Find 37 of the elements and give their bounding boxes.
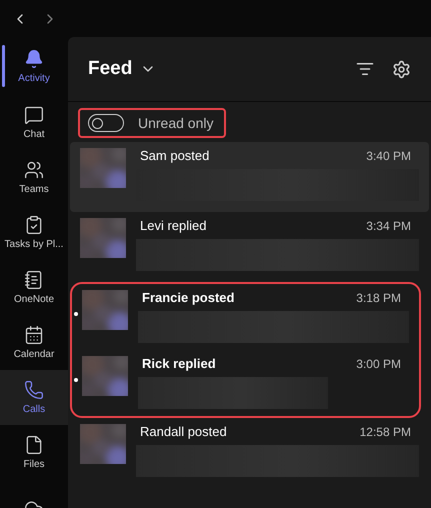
feed-title[interactable]: Feed [88,58,132,80]
clipboard-check-icon [24,215,44,235]
rail-item[interactable]: Calls [0,370,68,425]
rail-item[interactable]: Files [0,425,68,480]
phone-icon [24,380,44,400]
filter-icon[interactable] [356,60,374,78]
rail-item[interactable]: Chat [0,95,68,150]
file-icon [24,435,44,455]
toggle-switch[interactable] [88,114,124,132]
settings-icon[interactable] [392,60,411,78]
feed-item[interactable]: Randall posted 12:58 PM [70,418,429,488]
calendar-icon [24,325,44,345]
feed-item[interactable]: Rick replied 3:00 PM [72,350,419,416]
item-title: Randall posted [140,424,227,439]
item-time: 3:00 PM [356,357,401,371]
item-title: Sam posted [140,148,210,163]
chat-icon [24,105,44,125]
rail-item[interactable]: OneNote [0,260,68,315]
item-title: Rick replied [142,356,216,371]
feed-item[interactable]: Sam posted 3:40 PM [70,142,429,212]
people-icon [24,160,44,180]
item-time: 12:58 PM [360,425,411,439]
rail-item[interactable]: Calendar [0,315,68,370]
item-title: Levi replied [140,218,206,233]
notebook-icon [24,270,44,290]
rail-item[interactable]: Teams [0,150,68,205]
item-title: Francie posted [142,290,234,305]
toggle-label: Unread only [138,115,214,131]
item-time: 3:34 PM [366,219,411,233]
feed-item[interactable]: Levi replied 3:34 PM [70,212,429,282]
bell-icon [24,48,44,68]
rail-item[interactable]: Activity [0,37,68,95]
selection-bar [2,45,5,87]
feed-item[interactable]: Francie posted 3:18 PM [72,284,419,350]
item-time: 3:18 PM [356,291,401,305]
item-time: 3:40 PM [366,149,411,163]
rail-item[interactable]: Tasks by Pl... [0,205,68,260]
